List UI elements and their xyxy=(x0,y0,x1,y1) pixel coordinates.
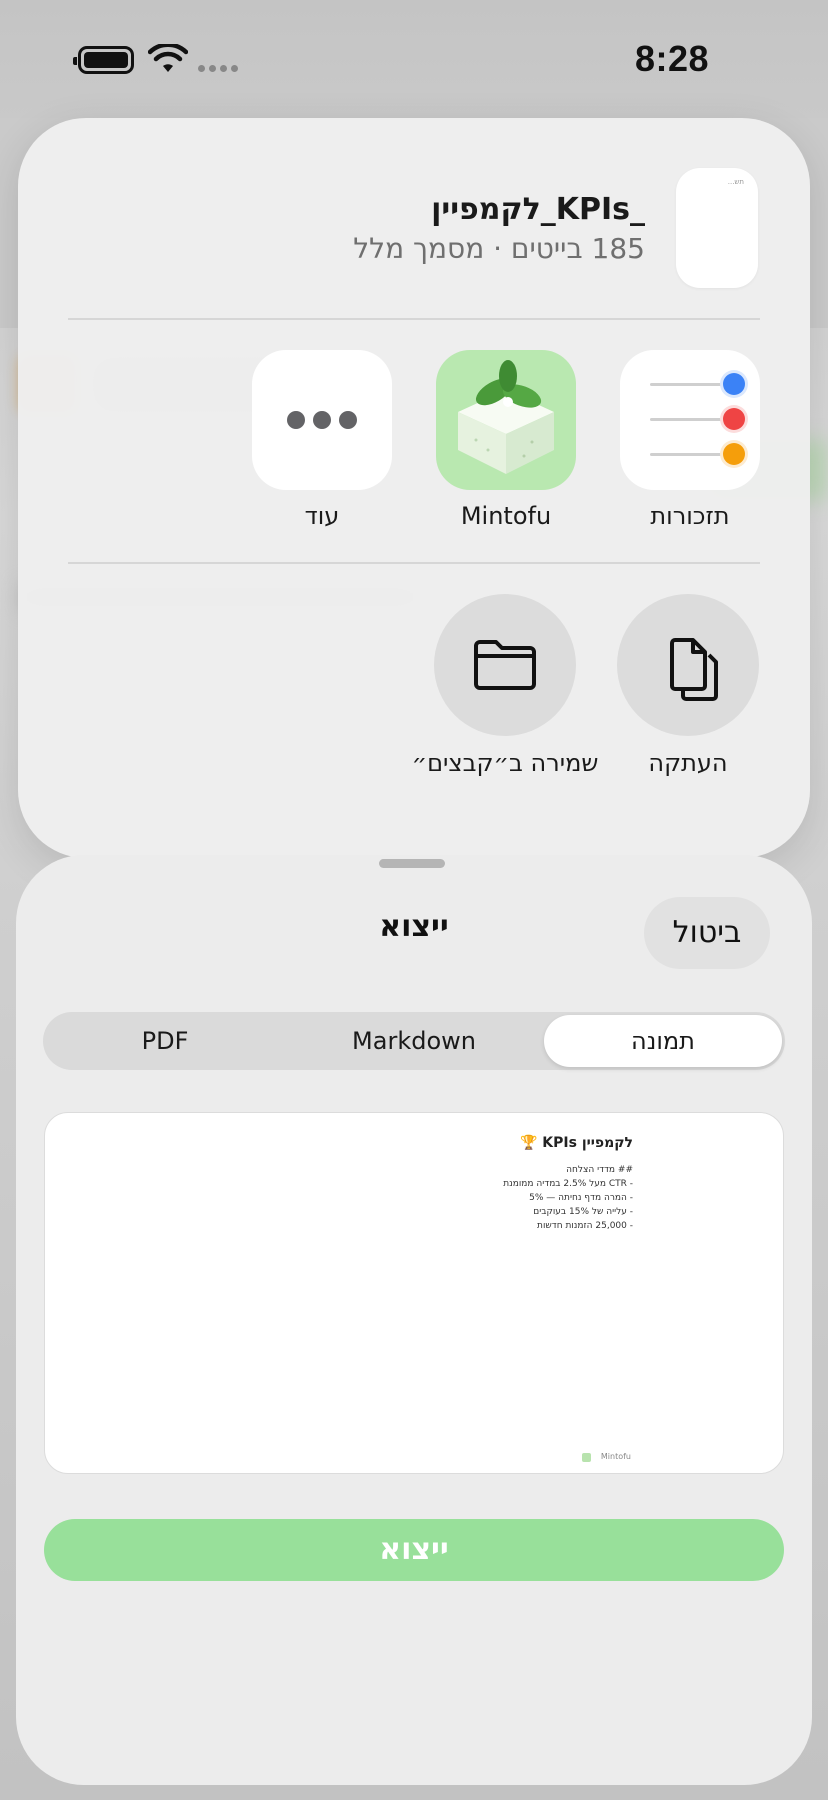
cellular-signal-dots-icon xyxy=(198,62,242,74)
export-button[interactable]: ייצוא xyxy=(44,1519,784,1581)
file-name: לקמפיין_KPIs_ xyxy=(431,192,645,227)
preview-line: - המרה מדף נחיתה — 5% xyxy=(529,1193,633,1203)
battery-full-icon xyxy=(73,46,134,74)
preview-line: - 25,000 הזמנות חדשות xyxy=(537,1221,633,1231)
segment-pdf[interactable]: PDF xyxy=(46,1015,284,1067)
sheet-grabber[interactable] xyxy=(379,859,445,868)
mintofu-app-icon[interactable] xyxy=(436,350,576,490)
wifi-icon xyxy=(148,44,188,72)
divider xyxy=(68,318,760,320)
action-label-copy: העתקה xyxy=(648,749,728,777)
preview-line: ## מדדי הצלחה xyxy=(566,1165,633,1175)
more-ellipsis-icon[interactable] xyxy=(252,350,392,490)
mintofu-brand-icon xyxy=(582,1453,591,1462)
format-segmented-control: תמונה Markdown PDF xyxy=(43,1012,785,1070)
app-label-more: עוד xyxy=(304,502,340,530)
share-sheet: תש... לקמפיין_KPIs_ 185 בייטים · מסמך מל… xyxy=(18,118,810,858)
copy-button[interactable] xyxy=(617,594,759,736)
cancel-button[interactable]: ביטול xyxy=(644,897,770,969)
preview-line: - CTR מעל 2.5% במדיה ממומנת xyxy=(503,1179,633,1189)
save-to-files-button[interactable] xyxy=(434,594,576,736)
reminders-app-icon[interactable] xyxy=(620,350,760,490)
folder-icon xyxy=(474,640,536,690)
preview-brand: Mintofu xyxy=(600,1452,631,1461)
segment-markdown[interactable]: Markdown xyxy=(295,1015,533,1067)
file-meta: 185 בייטים · מסמך מלל xyxy=(353,232,645,265)
preview-line: - עלייה של 15% בעוקבים xyxy=(533,1207,633,1217)
preview-title: לקמפיין KPIs 🏆 xyxy=(519,1135,633,1151)
action-label-save-to-files: שמירה ב״קבצים״ xyxy=(411,749,599,777)
segment-image[interactable]: תמונה xyxy=(544,1015,782,1067)
status-time: 8:28 xyxy=(634,38,709,79)
app-label-mintofu: Mintofu xyxy=(460,502,552,530)
status-bar: 8:28 xyxy=(0,0,828,118)
export-preview: לקמפיין KPIs 🏆 ## מדדי הצלחה - CTR מעל 2… xyxy=(44,1112,784,1474)
divider xyxy=(68,562,760,564)
copy-icon xyxy=(670,638,718,701)
app-label-reminders: תזכורות xyxy=(650,502,730,530)
export-sheet: ייצוא ביטול תמונה Markdown PDF לקמפיין K… xyxy=(16,855,812,1785)
document-thumbnail: תש... xyxy=(676,168,758,288)
